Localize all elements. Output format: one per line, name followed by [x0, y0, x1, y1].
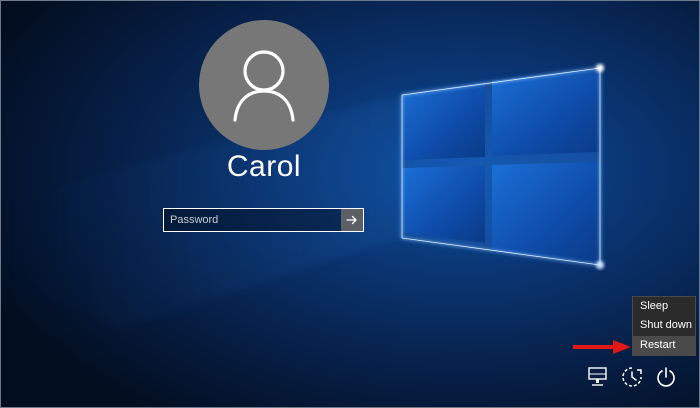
menu-item-shut-down[interactable]: Shut down	[633, 316, 695, 335]
user-name: Carol	[226, 150, 302, 183]
password-box	[163, 208, 364, 232]
power-button[interactable]	[655, 366, 677, 388]
network-icon	[588, 367, 607, 386]
user-silhouette-icon	[233, 50, 295, 122]
pointer-arrow	[573, 340, 631, 354]
user-avatar	[199, 20, 329, 150]
power-icon	[657, 367, 675, 387]
network-button[interactable]	[587, 366, 609, 388]
password-input[interactable]	[164, 209, 341, 231]
password-submit-button[interactable]	[341, 209, 363, 231]
menu-item-restart[interactable]: Restart	[633, 335, 695, 355]
ease-of-access-icon	[622, 367, 642, 387]
menu-item-sleep[interactable]: Sleep	[633, 297, 695, 316]
power-menu: Sleep Shut down Restart	[632, 296, 696, 356]
ease-of-access-button[interactable]	[621, 366, 643, 388]
arrow-right-icon	[346, 215, 357, 225]
